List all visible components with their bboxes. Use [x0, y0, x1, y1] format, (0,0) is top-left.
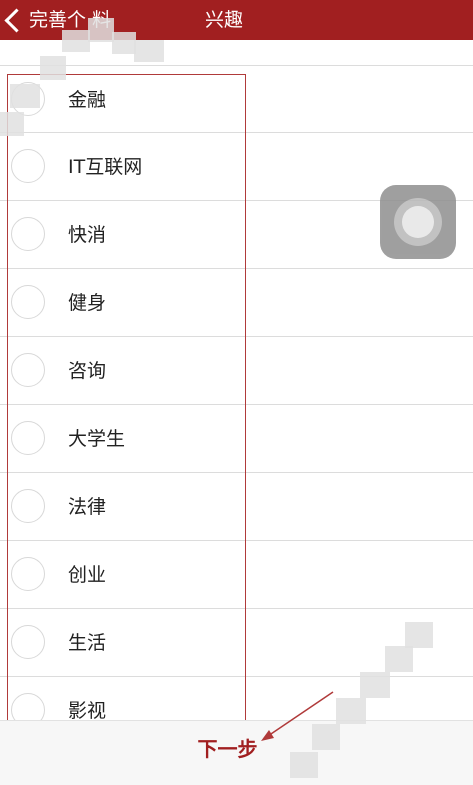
- interest-item-law[interactable]: 法律: [0, 473, 473, 541]
- interest-label: 咨询: [68, 360, 107, 382]
- interest-label: 大学生: [68, 428, 126, 450]
- radio-circle-icon[interactable]: [11, 625, 45, 659]
- radio-circle-icon[interactable]: [11, 149, 45, 183]
- radio-circle-icon[interactable]: [11, 353, 45, 387]
- interest-item-college-student[interactable]: 大学生: [0, 405, 473, 473]
- interest-item-startup[interactable]: 创业: [0, 541, 473, 609]
- radio-circle-icon[interactable]: [11, 285, 45, 319]
- radio-circle-icon[interactable]: [11, 217, 45, 251]
- next-step-button[interactable]: 下一步: [0, 733, 455, 762]
- interest-label: 金融: [68, 89, 107, 111]
- interest-item-fitness[interactable]: 健身: [0, 269, 473, 337]
- interest-label: 创业: [68, 564, 107, 586]
- interest-label: 生活: [68, 632, 107, 654]
- interest-item-finance[interactable]: 金融: [0, 65, 473, 133]
- radio-circle-icon[interactable]: [11, 557, 45, 591]
- chevron-left-icon: [4, 7, 29, 33]
- interest-item-consulting[interactable]: 咨询: [0, 337, 473, 405]
- interest-label: 快消: [68, 224, 107, 246]
- interest-label: IT互联网: [68, 156, 143, 178]
- assistive-touch-button[interactable]: [380, 185, 456, 259]
- interest-label: 健身: [68, 292, 107, 314]
- interest-label: 法律: [68, 496, 107, 518]
- interest-list: 金融 IT互联网 快消 健身 咨询 大学生 法律 创业 生活 影视: [0, 65, 473, 745]
- page-title: 兴趣: [205, 9, 244, 31]
- radio-circle-icon[interactable]: [11, 421, 45, 455]
- radio-circle-icon[interactable]: [11, 489, 45, 523]
- assistive-touch-inner-icon: [402, 206, 434, 238]
